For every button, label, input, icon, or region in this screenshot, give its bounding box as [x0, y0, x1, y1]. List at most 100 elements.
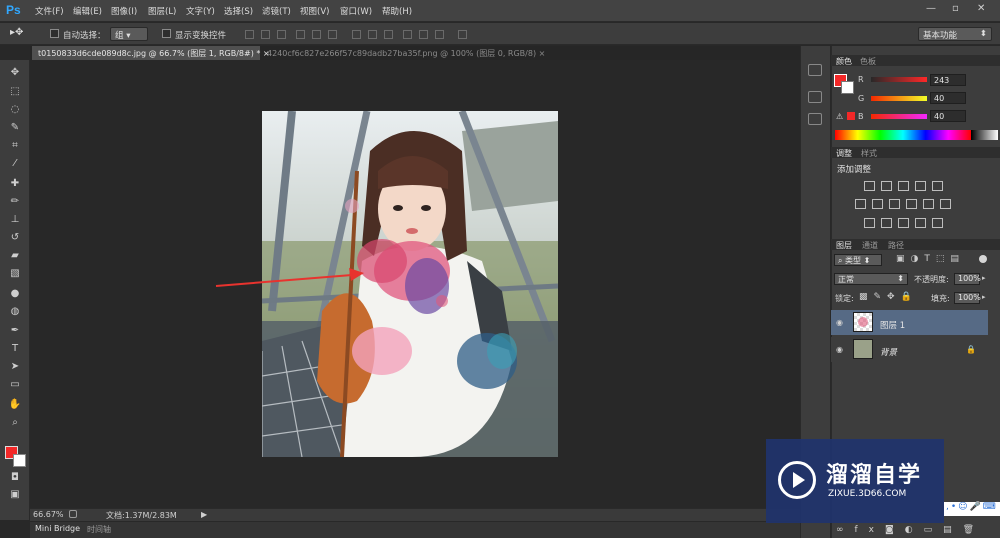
- tab-timeline[interactable]: 时间轴: [87, 524, 111, 535]
- type-tool-icon[interactable]: T: [6, 343, 24, 357]
- color-lookup-icon[interactable]: [940, 199, 951, 209]
- marquee-tool-icon[interactable]: ⬚: [6, 86, 24, 100]
- opacity-arrow-icon[interactable]: ▸: [982, 274, 986, 282]
- align-left-icon[interactable]: [296, 30, 305, 39]
- align-hcenter-icon[interactable]: [312, 30, 321, 39]
- distribute-right-icon[interactable]: [435, 30, 444, 39]
- distribute-hcenter-icon[interactable]: [419, 30, 428, 39]
- minimize-button[interactable]: —: [926, 3, 936, 14]
- shape-tool-icon[interactable]: ▭: [6, 379, 24, 393]
- visibility-eye-icon[interactable]: ◉: [836, 318, 843, 327]
- zoom-tool-icon[interactable]: ⌕: [6, 417, 24, 431]
- distribute-left-icon[interactable]: [403, 30, 412, 39]
- threshold-icon[interactable]: [898, 218, 909, 228]
- r-value-field[interactable]: 243: [930, 74, 966, 86]
- ime-icons[interactable]: ,•☺🎤⌨: [944, 502, 998, 512]
- move-tool-preset-icon[interactable]: ▸✥: [10, 27, 23, 38]
- g-value-field[interactable]: 40: [930, 92, 966, 104]
- opacity-field[interactable]: 100%: [954, 273, 981, 285]
- menu-image[interactable]: 图像(I): [111, 5, 137, 17]
- maximize-button[interactable]: ▫: [952, 3, 959, 14]
- menu-layer[interactable]: 图层(L): [148, 5, 176, 17]
- crop-tool-icon[interactable]: ⌗: [6, 140, 24, 154]
- align-right-icon[interactable]: [328, 30, 337, 39]
- ime-toolbar[interactable]: ,•☺🎤⌨: [944, 502, 1000, 516]
- path-select-tool-icon[interactable]: ➤: [6, 361, 24, 375]
- grayscale-ramp[interactable]: [971, 130, 998, 140]
- status-export-icon[interactable]: [69, 510, 77, 518]
- quick-mask-icon[interactable]: ◘: [6, 472, 24, 486]
- distribute-top-icon[interactable]: [352, 30, 361, 39]
- photo-filter-icon[interactable]: [906, 199, 917, 209]
- layer-filter-icons[interactable]: ▣◑T⬚▤: [896, 254, 965, 264]
- tab-layers[interactable]: 图层: [836, 240, 852, 251]
- menu-help[interactable]: 帮助(H): [382, 5, 412, 17]
- levels-icon[interactable]: [881, 181, 892, 191]
- menu-edit[interactable]: 编辑(E): [73, 5, 102, 17]
- tab-adjustments[interactable]: 调整: [836, 148, 852, 159]
- status-arrow-icon[interactable]: ▶: [201, 510, 207, 519]
- curves-icon[interactable]: [898, 181, 909, 191]
- history-brush-tool-icon[interactable]: ↺: [6, 232, 24, 246]
- auto-align-icon[interactable]: [458, 30, 467, 39]
- menu-view[interactable]: 视图(V): [300, 5, 329, 17]
- eraser-tool-icon[interactable]: ▰: [6, 250, 24, 264]
- menu-file[interactable]: 文件(F): [35, 5, 64, 17]
- move-tool-icon[interactable]: ✥: [6, 67, 24, 81]
- blur-tool-icon[interactable]: ●: [6, 288, 24, 302]
- menu-select[interactable]: 选择(S): [224, 5, 253, 17]
- selective-color-icon[interactable]: [932, 218, 943, 228]
- gamut-warning-icon[interactable]: ⚠: [836, 112, 843, 121]
- posterize-icon[interactable]: [881, 218, 892, 228]
- hand-tool-icon[interactable]: ✋: [6, 399, 24, 413]
- align-top-icon[interactable]: [245, 30, 254, 39]
- hue-saturation-icon[interactable]: [855, 199, 866, 209]
- gamut-color-chip[interactable]: [847, 112, 855, 120]
- tab-styles[interactable]: 样式: [861, 148, 877, 159]
- brightness-contrast-icon[interactable]: [864, 181, 875, 191]
- layer1-name[interactable]: 图层 1: [880, 319, 905, 331]
- invert-icon[interactable]: [864, 218, 875, 228]
- b-value-field[interactable]: 40: [930, 110, 966, 122]
- background-layer-name[interactable]: 背景: [880, 346, 897, 358]
- background-color-swatch[interactable]: [13, 454, 26, 467]
- vibrance-icon[interactable]: [932, 181, 943, 191]
- zoom-level[interactable]: 66.67%: [33, 510, 64, 519]
- pen-tool-icon[interactable]: ✒: [6, 325, 24, 339]
- gradient-map-icon[interactable]: [915, 218, 926, 228]
- dodge-tool-icon[interactable]: ◍: [6, 306, 24, 320]
- tab-mini-bridge[interactable]: Mini Bridge: [35, 524, 80, 533]
- lasso-tool-icon[interactable]: ◌: [6, 104, 24, 118]
- workspace-dropdown[interactable]: 基本功能 ⬍: [918, 27, 992, 41]
- close-tab-icon[interactable]: ×: [539, 49, 546, 58]
- b-slider[interactable]: [871, 114, 927, 119]
- align-vcenter-icon[interactable]: [261, 30, 270, 39]
- brush-tool-icon[interactable]: ✏: [6, 196, 24, 210]
- layer-filter-dropdown[interactable]: ⌕ 类型 ⬍: [834, 254, 882, 266]
- exposure-icon[interactable]: [915, 181, 926, 191]
- quick-select-tool-icon[interactable]: ✎: [6, 122, 24, 136]
- tab-swatches[interactable]: 色板: [860, 56, 876, 67]
- history-panel-icon[interactable]: [808, 64, 822, 76]
- tab-channels[interactable]: 通道: [862, 240, 878, 251]
- tab-document-1[interactable]: t0150833d6cde089d8c.jpg @ 66.7% (图层 1, R…: [32, 46, 270, 60]
- auto-select-dropdown[interactable]: 组 ▾: [110, 27, 148, 41]
- fill-arrow-icon[interactable]: ▸: [982, 293, 986, 301]
- healing-brush-tool-icon[interactable]: ✚: [6, 178, 24, 192]
- gradient-tool-icon[interactable]: ▧: [6, 268, 24, 282]
- align-bottom-icon[interactable]: [277, 30, 286, 39]
- g-slider[interactable]: [871, 96, 927, 101]
- color-balance-icon[interactable]: [872, 199, 883, 209]
- menu-type[interactable]: 文字(Y): [186, 5, 215, 17]
- close-window-button[interactable]: ✕: [977, 3, 985, 14]
- distribute-vcenter-icon[interactable]: [368, 30, 377, 39]
- tab-paths[interactable]: 路径: [888, 240, 904, 251]
- show-transform-checkbox[interactable]: [162, 29, 171, 38]
- actions-panel-icon[interactable]: [808, 91, 822, 103]
- tab-color[interactable]: 颜色: [836, 56, 852, 67]
- channel-mixer-icon[interactable]: [923, 199, 934, 209]
- eyedropper-tool-icon[interactable]: ⁄: [6, 158, 24, 172]
- r-slider[interactable]: [871, 77, 927, 82]
- properties-panel-icon[interactable]: [808, 113, 822, 125]
- blend-mode-dropdown[interactable]: 正常 ⬍: [834, 273, 908, 285]
